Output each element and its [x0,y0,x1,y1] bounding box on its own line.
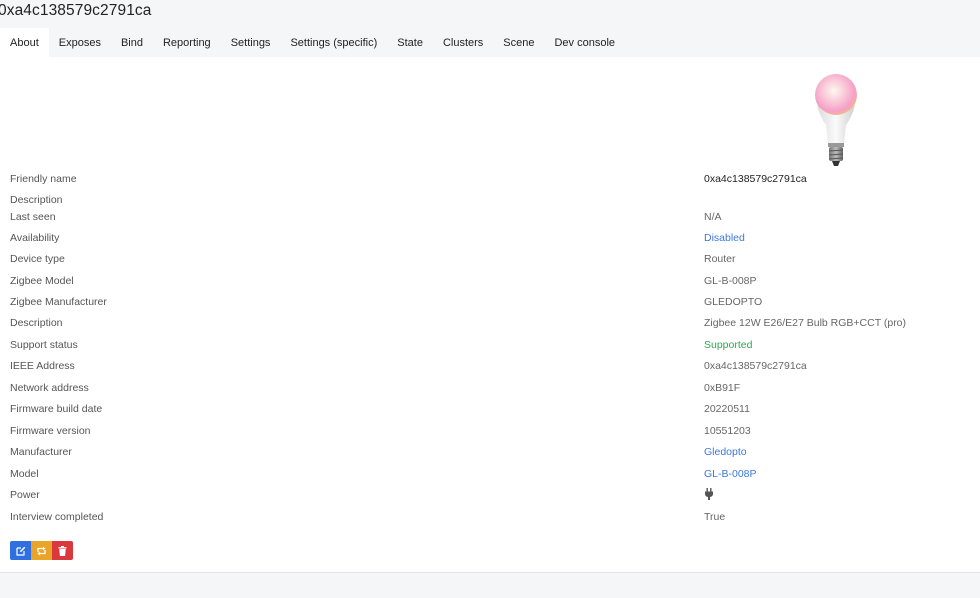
detail-row: Friendly name 0xa4c138579c2791ca [10,171,980,187]
last-seen-label: Last seen [10,211,56,223]
zigbee-model-label: Zigbee Model [10,275,74,287]
power-value [704,487,714,503]
detail-row: Model GL-B-008P [10,466,980,482]
detail-row: Power [10,487,980,503]
firmware-version-label: Firmware version [10,425,91,437]
ieee-address-value: 0xa4c138579c2791ca [704,360,807,372]
detail-row: Availability Disabled [10,230,980,246]
detail-row: Description Zigbee 12W E26/E27 Bulb RGB+… [10,315,980,331]
description-label: Description [10,317,63,329]
detail-row: Description [10,192,980,208]
edit-icon [15,546,25,556]
detail-row: Device type Router [10,251,980,267]
tab-dev-console[interactable]: Dev console [544,28,625,57]
power-label: Power [10,489,40,501]
firmware-build-date-label: Firmware build date [10,403,103,415]
manufacturer-label: Manufacturer [10,446,72,458]
friendly-name-value: 0xa4c138579c2791ca [704,173,807,185]
support-status-label: Support status [10,339,78,351]
manufacturer-link[interactable]: Gledopto [704,444,747,460]
zigbee-model-value: GL-B-008P [704,275,757,287]
rename-button[interactable] [10,541,31,560]
support-status-value: Supported [704,339,753,351]
plug-icon [705,488,713,500]
detail-row: Last seen N/A [10,209,980,225]
device-actions [10,541,73,560]
detail-row: Network address 0xB91F [10,380,980,396]
detail-row: Zigbee Manufacturer GLEDOPTO [10,294,980,310]
detail-row: Interview completed True [10,509,980,525]
zigbee-manufacturer-label: Zigbee Manufacturer [10,296,107,308]
light-bulb-image [815,74,857,166]
device-type-label: Device type [10,253,65,265]
ieee-address-label: IEEE Address [10,360,75,372]
tab-clusters[interactable]: Clusters [433,28,493,57]
page-title: 0xa4c138579c2791ca [0,2,152,19]
detail-row: Manufacturer Gledopto [10,444,980,460]
last-seen-value: N/A [704,211,722,223]
network-address-label: Network address [10,382,89,394]
tab-reporting[interactable]: Reporting [153,28,221,57]
detail-row: IEEE Address 0xa4c138579c2791ca [10,358,980,374]
tab-about[interactable]: About [0,28,49,57]
tab-bind[interactable]: Bind [111,28,153,57]
reconfigure-icon [37,546,46,555]
remove-button[interactable] [52,541,73,560]
about-panel: Friendly name 0xa4c138579c2791ca Descrip… [0,57,980,573]
network-address-value: 0xB91F [704,382,741,394]
interview-completed-label: Interview completed [10,511,104,523]
reconfigure-button[interactable] [31,541,52,560]
trash-icon [58,545,67,556]
model-link[interactable]: GL-B-008P [704,466,757,482]
tab-settings-specific[interactable]: Settings (specific) [280,28,387,57]
detail-row: Firmware version 10551203 [10,423,980,439]
device-type-value: Router [704,253,736,265]
tab-scene[interactable]: Scene [493,28,544,57]
tab-exposes[interactable]: Exposes [49,28,111,57]
tab-state[interactable]: State [387,28,433,57]
detail-row: Support status Supported [10,337,980,353]
tab-bar: About Exposes Bind Reporting Settings Se… [0,28,625,57]
description-value: Zigbee 12W E26/E27 Bulb RGB+CCT (pro) [704,317,907,329]
tab-settings[interactable]: Settings [221,28,281,57]
description-label: Description [10,194,63,206]
friendly-name-label: Friendly name [10,173,77,185]
detail-row: Firmware build date 20220511 [10,401,980,417]
firmware-version-value: 10551203 [704,425,751,437]
model-label: Model [10,468,39,480]
availability-label: Availability [10,232,60,244]
availability-link[interactable]: Disabled [704,230,745,246]
zigbee-manufacturer-value: GLEDOPTO [704,296,763,308]
detail-row: Zigbee Model GL-B-008P [10,273,980,289]
interview-completed-value: True [704,511,726,523]
firmware-build-date-value: 20220511 [704,403,750,415]
